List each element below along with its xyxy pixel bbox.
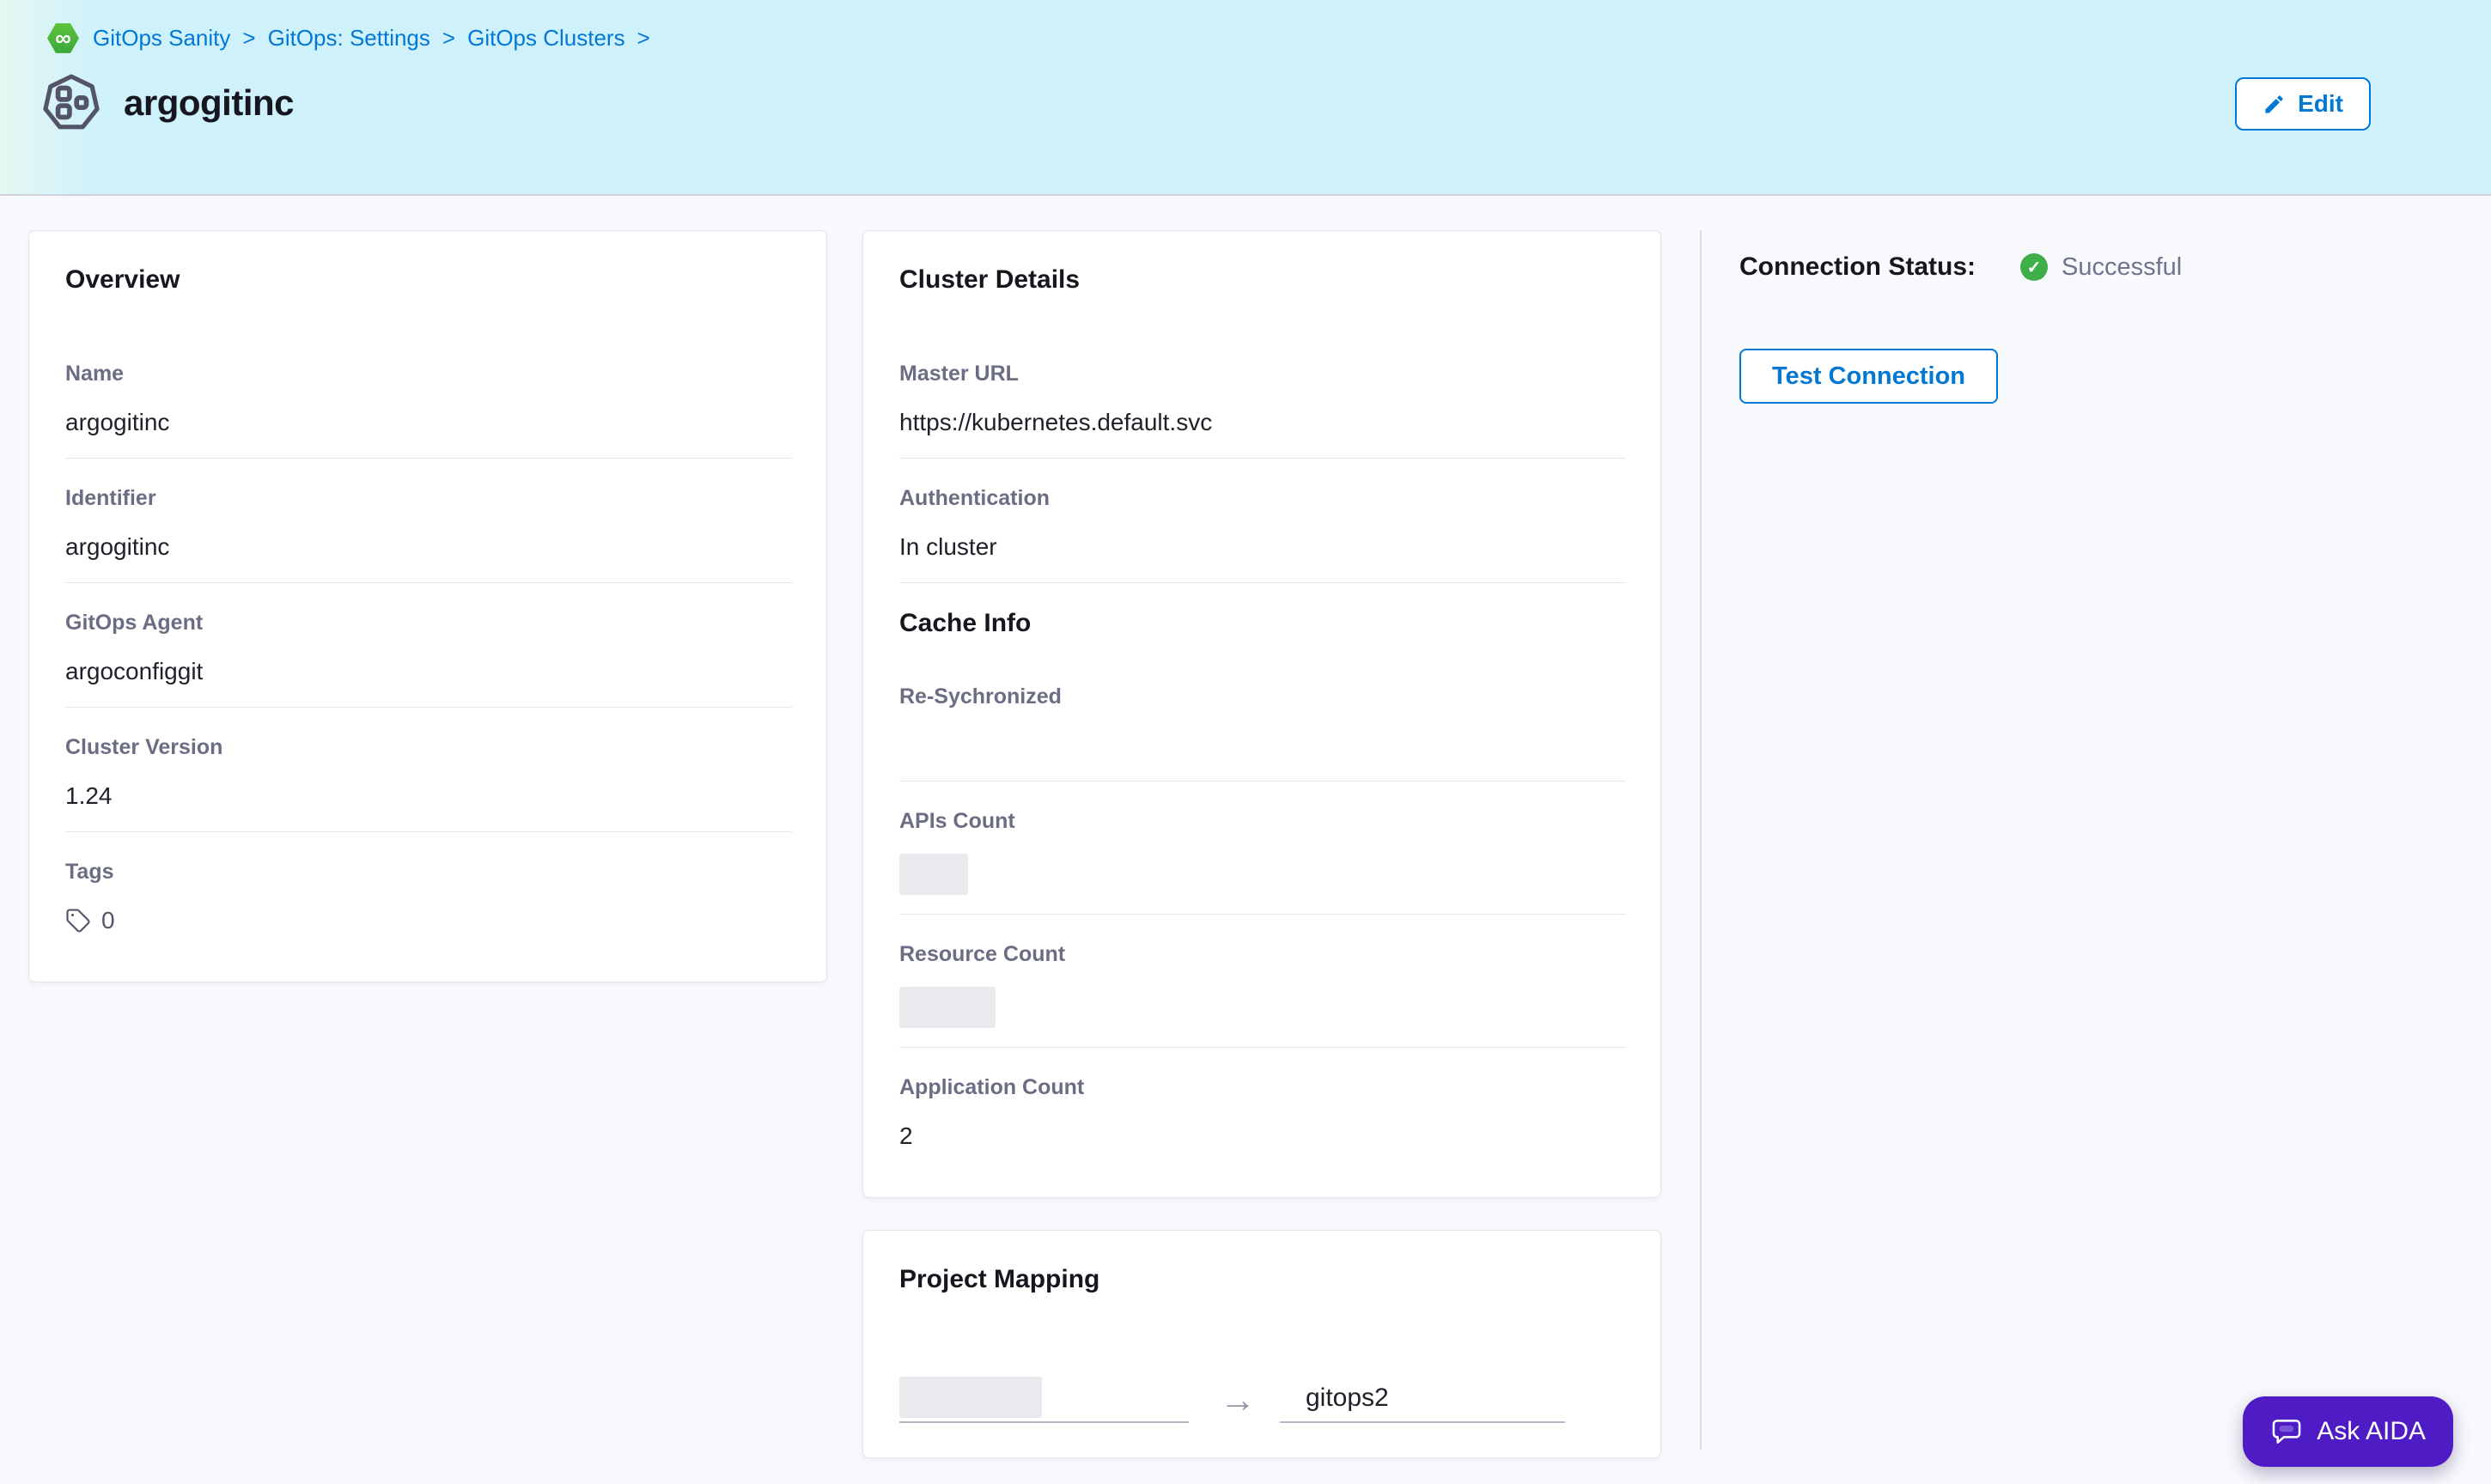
overview-field-cluster-version: Cluster Version 1.24 <box>65 733 792 832</box>
details-field-master-url: Master URL https://kubernetes.default.sv… <box>899 360 1626 459</box>
success-check-icon: ✓ <box>2020 253 2048 281</box>
field-value-empty <box>899 729 1626 762</box>
chat-bubble-icon <box>2270 1415 2303 1448</box>
page-title: argogitinc <box>124 82 294 124</box>
mapping-target-value: gitops2 <box>1306 1384 1389 1412</box>
breadcrumb-separator: > <box>242 25 255 52</box>
tags-count: 0 <box>101 904 115 937</box>
edit-button[interactable]: Edit <box>2235 77 2371 131</box>
field-value: In cluster <box>899 531 1626 563</box>
skeleton-placeholder <box>899 1377 1042 1418</box>
mapping-arrow-icon: → <box>1220 1382 1256 1418</box>
project-mapping-card: Project Mapping → gitops2 <box>862 1230 1661 1458</box>
details-field-authentication: Authentication In cluster <box>899 484 1626 583</box>
breadcrumb-link-gitops-settings[interactable]: GitOps: Settings <box>268 25 430 52</box>
skeleton-placeholder <box>899 987 996 1028</box>
cache-field-application-count: Application Count 2 <box>899 1073 1626 1171</box>
project-mapping-row: → gitops2 <box>899 1377 1626 1423</box>
cluster-details-heading: Cluster Details <box>899 265 1626 295</box>
field-value: argoconfiggit <box>65 655 792 688</box>
field-label: Re-Sychronized <box>899 683 1626 710</box>
skeleton-placeholder <box>899 854 968 895</box>
overview-field-identifier: Identifier argogitinc <box>65 484 792 583</box>
edit-button-label: Edit <box>2298 90 2343 118</box>
breadcrumb-separator: > <box>637 25 650 52</box>
ask-aida-label: Ask AIDA <box>2317 1417 2426 1446</box>
overview-card: Overview Name argogitinc Identifier argo… <box>28 230 827 982</box>
field-value: argogitinc <box>65 531 792 563</box>
cluster-icon <box>41 73 101 133</box>
main-content: Overview Name argogitinc Identifier argo… <box>0 196 2491 1450</box>
field-label: GitOps Agent <box>65 609 792 636</box>
page-header: ∞ GitOps Sanity > GitOps: Settings > Git… <box>0 0 2491 196</box>
field-label: Application Count <box>899 1073 1626 1101</box>
tag-icon <box>65 908 91 934</box>
field-label: Master URL <box>899 360 1626 387</box>
gitops-logo-icon: ∞ <box>47 22 79 54</box>
connection-status-label: Connection Status: <box>1739 252 1976 282</box>
field-label: Resource Count <box>899 940 1626 968</box>
title-row: argogitinc <box>0 73 2491 133</box>
field-label: Tags <box>65 858 792 885</box>
field-value: 2 <box>899 1120 1626 1153</box>
overview-field-name: Name argogitinc <box>65 360 792 459</box>
connection-panel: Connection Status: ✓ Successful Test Con… <box>1700 230 2491 1450</box>
connection-status-value: Successful <box>2062 253 2182 282</box>
overview-heading: Overview <box>65 265 792 295</box>
field-value: https://kubernetes.default.svc <box>899 406 1626 439</box>
field-value: 1.24 <box>65 780 792 812</box>
pencil-icon <box>2263 93 2286 116</box>
cache-info-heading: Cache Info <box>899 609 1626 638</box>
field-label: Identifier <box>65 484 792 512</box>
breadcrumb-link-gitops-sanity[interactable]: GitOps Sanity <box>93 25 230 52</box>
field-value: argogitinc <box>65 406 792 439</box>
field-label: Cluster Version <box>65 733 792 761</box>
ask-aida-button[interactable]: Ask AIDA <box>2243 1396 2453 1467</box>
breadcrumb: ∞ GitOps Sanity > GitOps: Settings > Git… <box>0 0 2491 54</box>
mapping-source-field <box>899 1377 1189 1423</box>
field-label: APIs Count <box>899 807 1626 835</box>
project-mapping-heading: Project Mapping <box>899 1265 1626 1294</box>
mapping-target-field: gitops2 <box>1280 1384 1565 1423</box>
cache-field-apis-count: APIs Count <box>899 807 1626 915</box>
cache-field-resynchronized: Re-Sychronized <box>899 683 1626 782</box>
field-label: Authentication <box>899 484 1626 512</box>
overview-field-tags: Tags 0 <box>65 858 792 956</box>
breadcrumb-separator: > <box>442 25 455 52</box>
field-label: Name <box>65 360 792 387</box>
test-connection-button[interactable]: Test Connection <box>1739 349 1998 404</box>
overview-field-gitops-agent: GitOps Agent argoconfiggit <box>65 609 792 708</box>
cache-field-resource-count: Resource Count <box>899 940 1626 1048</box>
cluster-details-card: Cluster Details Master URL https://kuber… <box>862 230 1661 1198</box>
breadcrumb-link-gitops-clusters[interactable]: GitOps Clusters <box>467 25 625 52</box>
